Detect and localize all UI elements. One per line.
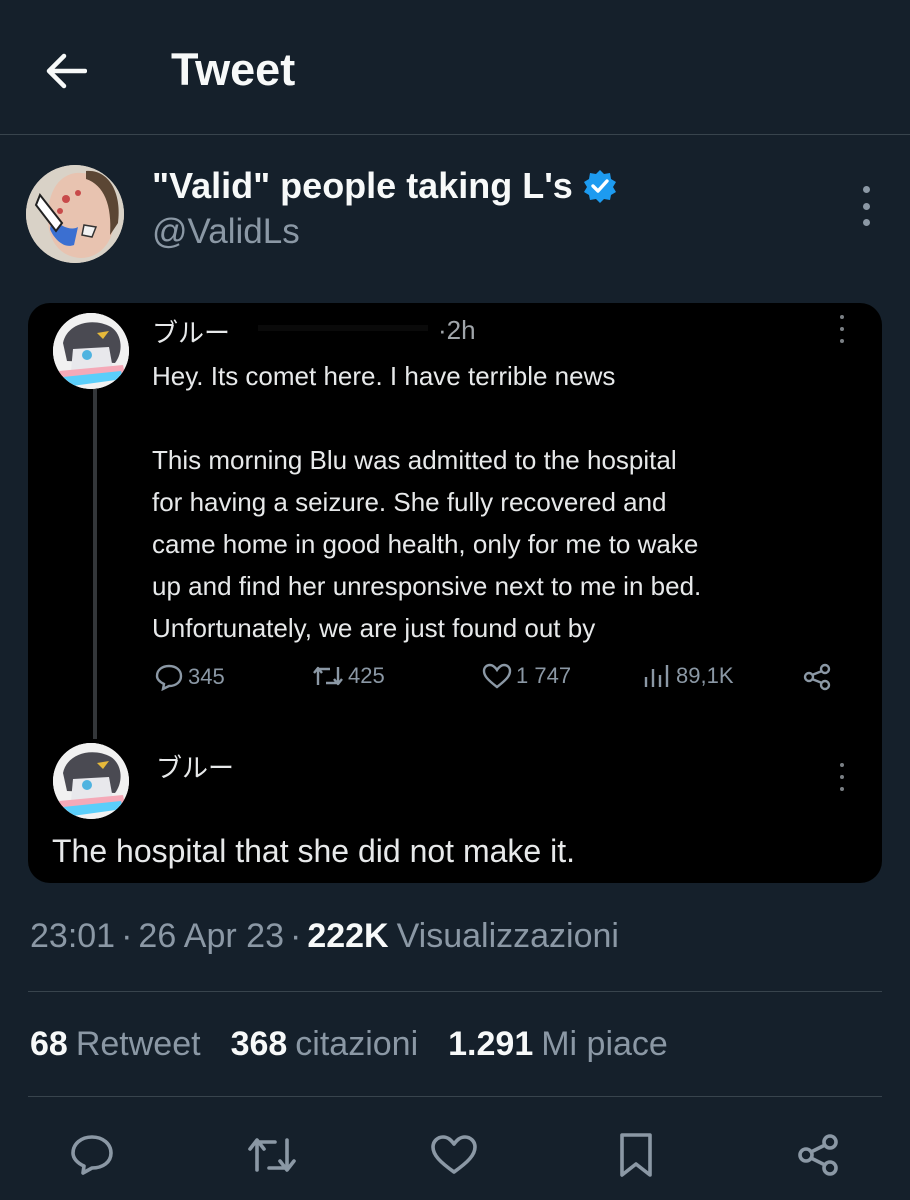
embedded-views-stat: 89,1K bbox=[642, 663, 734, 689]
tweet-stats: 68 Retweet 368 citazioni 1.291 Mi piace bbox=[30, 1025, 698, 1064]
back-button[interactable] bbox=[40, 45, 92, 97]
thread-line bbox=[93, 389, 97, 739]
page-title: Tweet bbox=[171, 44, 296, 95]
bookmark-icon bbox=[620, 1133, 652, 1177]
embedded-more-icon-1 bbox=[836, 315, 848, 343]
share-button[interactable] bbox=[788, 1125, 848, 1185]
embedded-reply-count: 345 bbox=[188, 664, 225, 689]
reply-icon bbox=[155, 664, 183, 691]
share-icon bbox=[803, 663, 831, 691]
reply-button[interactable] bbox=[62, 1125, 122, 1185]
like-button[interactable] bbox=[424, 1125, 484, 1185]
retweet-icon bbox=[248, 1138, 296, 1172]
retweets-stat[interactable]: 68 Retweet bbox=[30, 1025, 201, 1064]
embedded-avatar-1 bbox=[53, 313, 129, 389]
tweet-date[interactable]: 26 Apr 23 bbox=[138, 917, 284, 956]
divider-2 bbox=[28, 1096, 882, 1097]
quotes-label: citazioni bbox=[295, 1025, 419, 1063]
embedded-like-stat: 1 747 bbox=[482, 663, 571, 689]
author-avatar[interactable] bbox=[26, 165, 124, 263]
meta-separator-1: · bbox=[121, 917, 133, 955]
embedded-avatar-2 bbox=[53, 743, 129, 819]
embedded-retweet-stat: 425 bbox=[312, 663, 385, 689]
embedded-name-1: ブルー bbox=[152, 318, 231, 348]
author-handle[interactable]: @ValidLs bbox=[152, 212, 300, 252]
avatar-image-icon bbox=[26, 165, 124, 263]
tweet-meta: 23:01 · 26 Apr 23 · 222K Visualizzazioni bbox=[30, 917, 619, 956]
embedded-name-2: ブルー bbox=[156, 753, 235, 783]
embedded-like-count: 1 747 bbox=[516, 663, 572, 688]
retweets-label: Retweet bbox=[75, 1025, 201, 1063]
redacted-handle bbox=[258, 325, 428, 331]
embedded-share-stat bbox=[802, 663, 836, 691]
author-name-row: "Valid" people taking L's bbox=[152, 165, 617, 207]
embedded-text-2: The hospital that she did not make it. bbox=[52, 833, 575, 869]
reply-icon bbox=[71, 1135, 113, 1175]
tweet-views-label: Visualizzazioni bbox=[396, 917, 619, 955]
attached-image[interactable]: ブルー ·2h Hey. Its comet here. I have terr… bbox=[28, 303, 882, 883]
embedded-text-1: Hey. Its comet here. I have terrible new… bbox=[152, 361, 702, 643]
share-icon bbox=[798, 1134, 838, 1176]
bookmark-button[interactable] bbox=[606, 1125, 666, 1185]
retweets-count: 68 bbox=[30, 1025, 68, 1063]
embedded-views-count: 89,1K bbox=[676, 663, 734, 688]
embedded-reply-stat: 345 bbox=[154, 663, 225, 691]
more-options-icon[interactable] bbox=[856, 186, 876, 226]
likes-label: Mi piace bbox=[541, 1025, 668, 1063]
likes-stat[interactable]: 1.291 Mi piace bbox=[448, 1025, 668, 1064]
top-bar: Tweet bbox=[0, 0, 910, 135]
divider-1 bbox=[28, 991, 882, 992]
tweet-actions bbox=[0, 1125, 910, 1185]
author-name[interactable]: "Valid" people taking L's bbox=[152, 165, 573, 207]
embedded-more-icon-2 bbox=[836, 763, 848, 791]
back-arrow-icon bbox=[46, 53, 87, 89]
retweet-icon bbox=[313, 666, 343, 686]
verified-badge-icon bbox=[583, 169, 617, 203]
retweet-button[interactable] bbox=[242, 1125, 302, 1185]
quotes-count: 368 bbox=[230, 1025, 288, 1063]
embedded-actions: 345 425 1 747 89,1K bbox=[152, 663, 842, 699]
embedded-retweet-count: 425 bbox=[348, 663, 385, 688]
heart-icon bbox=[431, 1135, 477, 1174]
tweet-views-count[interactable]: 222K bbox=[307, 917, 388, 956]
views-icon bbox=[644, 665, 669, 687]
tweet-time[interactable]: 23:01 bbox=[30, 917, 115, 956]
meta-separator-2: · bbox=[289, 917, 302, 955]
tweet-author: "Valid" people taking L's @ValidLs bbox=[0, 150, 910, 270]
likes-count: 1.291 bbox=[448, 1025, 534, 1063]
heart-icon bbox=[482, 663, 512, 689]
quotes-stat[interactable]: 368 citazioni bbox=[231, 1025, 419, 1064]
embedded-time-1: ·2h bbox=[438, 315, 476, 345]
